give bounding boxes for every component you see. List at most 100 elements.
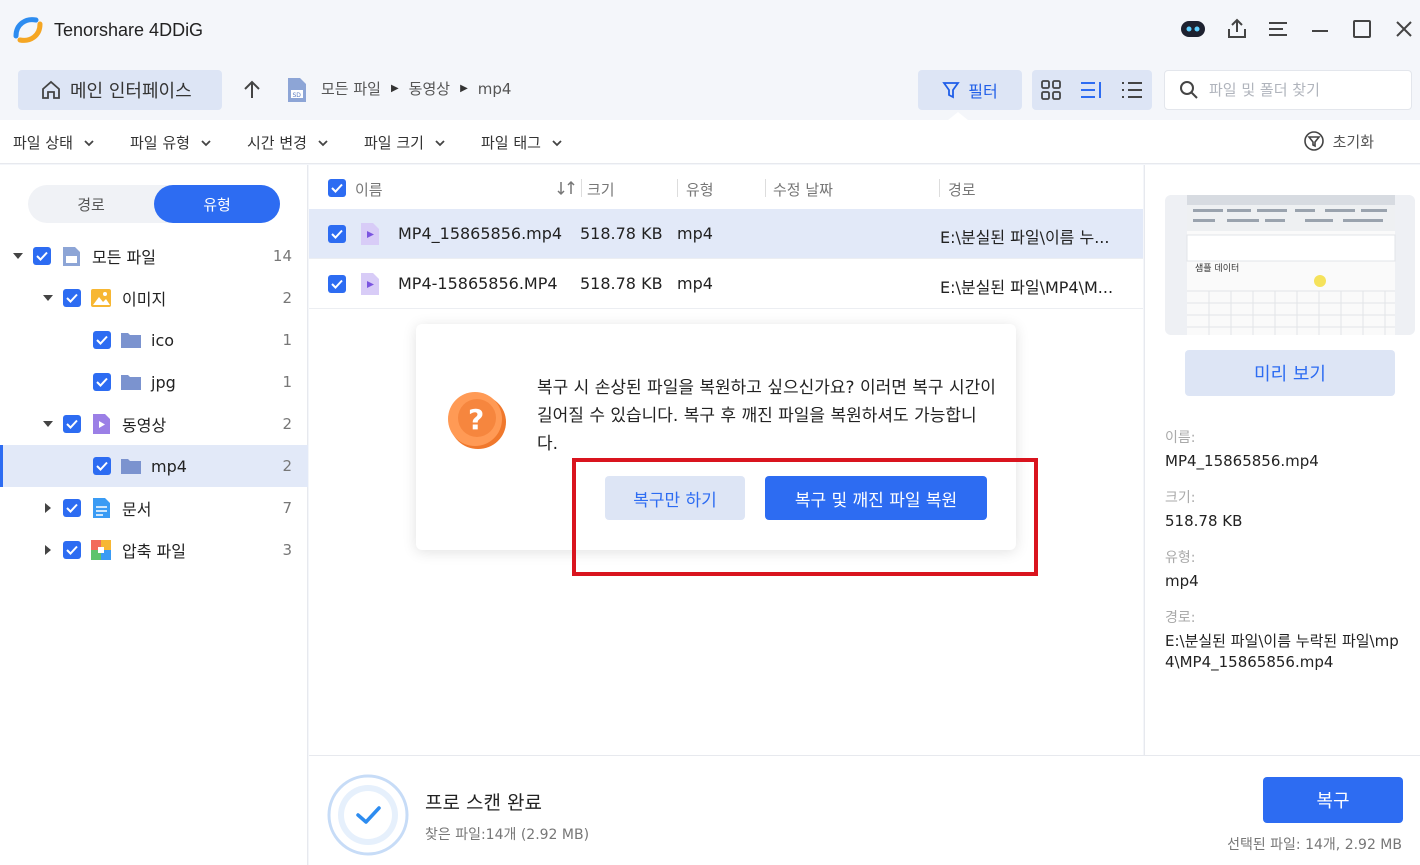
tree-item-documents[interactable]: 문서 7 (0, 487, 308, 529)
tab-path[interactable]: 경로 (28, 185, 154, 223)
tree-item-count: 2 (282, 289, 292, 307)
cell-type: mp4 (677, 274, 713, 293)
share-icon[interactable] (1222, 14, 1252, 44)
tree-item-all-files[interactable]: 모든 파일 14 (0, 235, 308, 277)
column-header-size[interactable]: 크기 (587, 179, 615, 200)
recover-button[interactable]: 복구 (1263, 777, 1403, 823)
caret-down-icon[interactable] (42, 418, 54, 430)
cell-name: MP4_15865856.mp4 (398, 224, 563, 243)
tree-item-label: 동영상 (122, 416, 167, 435)
checkbox[interactable] (33, 247, 51, 265)
minimize-icon[interactable] (1305, 14, 1335, 44)
sort-icon[interactable] (556, 180, 578, 196)
tree-item-label: 문서 (122, 500, 152, 519)
table-header: 이름 크기 유형 수정 날짜 경로 (309, 165, 1143, 209)
preview-button[interactable]: 미리 보기 (1185, 350, 1395, 396)
tree-item-images[interactable]: 이미지 2 (0, 277, 308, 319)
checkbox[interactable] (93, 373, 111, 391)
cell-size: 518.78 KB (580, 224, 663, 243)
video-file-icon (361, 273, 379, 295)
column-header-path[interactable]: 경로 (948, 179, 976, 200)
tab-type[interactable]: 유형 (154, 185, 280, 223)
folder-icon (121, 459, 141, 474)
tree-item-ico[interactable]: ico 1 (0, 319, 308, 361)
checkbox[interactable] (63, 415, 81, 433)
column-header-modified[interactable]: 수정 날짜 (773, 179, 833, 200)
chevron-down-icon (435, 139, 445, 146)
tree-item-count: 7 (282, 499, 292, 517)
svg-text:SD: SD (293, 92, 302, 99)
breadcrumb-item[interactable]: mp4 (478, 80, 512, 98)
reset-button[interactable]: 초기화 (1303, 130, 1374, 152)
checkbox[interactable] (63, 499, 81, 517)
close-icon[interactable] (1389, 14, 1419, 44)
breadcrumb-item[interactable]: 동영상 (409, 78, 450, 99)
scan-status-subtitle: 찾은 파일:14개 (2.92 MB) (425, 827, 590, 843)
preview-thumbnail[interactable]: 샘플 데이터 (1165, 195, 1415, 335)
caret-down-icon[interactable] (42, 292, 54, 304)
tree-item-archives[interactable]: 압축 파일 3 (0, 529, 308, 571)
tree-item-video[interactable]: 동영상 2 (0, 403, 308, 445)
image-icon (91, 289, 111, 307)
caret-right-icon[interactable] (42, 544, 54, 556)
checkbox[interactable] (93, 457, 111, 475)
grid-view-icon[interactable] (1040, 79, 1062, 101)
column-header-name[interactable]: 이름 (355, 179, 383, 200)
checkbox[interactable] (93, 331, 111, 349)
column-divider (765, 179, 766, 197)
checkbox[interactable] (63, 541, 81, 559)
menu-icon[interactable] (1263, 14, 1293, 44)
tree-item-label: 이미지 (122, 290, 167, 309)
meta-name-value: MP4_15865856.mp4 (1165, 452, 1319, 470)
home-icon (42, 80, 60, 99)
highlight-box (572, 458, 1038, 576)
navigation-bar: 메인 인터페이스 SD 모든 파일 ▶ 동영상 ▶ mp4 필터 (0, 62, 1420, 120)
tree-item-count: 1 (282, 331, 292, 349)
row-checkbox[interactable] (328, 275, 346, 293)
filter-pointer (948, 112, 968, 120)
search-input[interactable] (1209, 81, 1399, 99)
filter-label: 파일 크기 (364, 134, 424, 152)
dialog-message: 복구 시 손상된 파일을 복원하고 싶으신가요? 이러면 복구 시간이 길어질 … (537, 378, 996, 454)
cell-size: 518.78 KB (580, 274, 663, 293)
svg-text:?: ? (468, 403, 484, 436)
filter-file-type[interactable]: 파일 유형 (130, 132, 212, 153)
detail-view-icon[interactable] (1079, 79, 1103, 101)
meta-size-label: 크기: (1165, 490, 1196, 506)
tree-item-label: jpg (151, 372, 176, 392)
checkbox[interactable] (63, 289, 81, 307)
caret-down-icon[interactable] (12, 250, 24, 262)
column-divider (677, 179, 678, 197)
tree-item-jpg[interactable]: jpg 1 (0, 361, 308, 403)
title-bar: Tenorshare 4DDiG (0, 0, 1420, 62)
list-view-icon[interactable] (1120, 79, 1144, 101)
filter-file-size[interactable]: 파일 크기 (364, 132, 446, 153)
column-header-type[interactable]: 유형 (686, 179, 714, 200)
filter-file-status[interactable]: 파일 상태 (13, 132, 95, 153)
filter-time-changed[interactable]: 시간 변경 (247, 132, 329, 153)
row-checkbox[interactable] (328, 225, 346, 243)
tree-item-count: 14 (272, 247, 292, 265)
reset-filter-icon (1303, 131, 1324, 151)
maximize-icon[interactable] (1347, 14, 1377, 44)
select-all-checkbox[interactable] (328, 179, 346, 197)
breadcrumb-item[interactable]: 모든 파일 (321, 78, 381, 99)
caret-right-icon[interactable] (42, 502, 54, 514)
table-row[interactable]: MP4-15865856.MP4 518.78 KB mp4 E:\분실된 파일… (309, 259, 1143, 309)
breadcrumb: 모든 파일 ▶ 동영상 ▶ mp4 (321, 78, 511, 99)
search-box (1164, 70, 1412, 110)
column-divider (581, 179, 582, 197)
table-row[interactable]: MP4_15865856.mp4 518.78 KB mp4 E:\분실된 파일… (309, 209, 1143, 259)
home-button[interactable]: 메인 인터페이스 (18, 70, 222, 110)
tree-item-mp4[interactable]: mp4 2 (0, 445, 308, 487)
chevron-down-icon (201, 139, 211, 146)
meta-type-value: mp4 (1165, 572, 1199, 590)
up-arrow-icon[interactable] (240, 78, 264, 102)
filter-button[interactable]: 필터 (918, 70, 1022, 110)
filter-file-tag[interactable]: 파일 태그 (481, 132, 563, 153)
folder-icon (121, 375, 141, 390)
assistant-robot-icon[interactable] (1178, 14, 1208, 44)
question-coin-icon: ? (448, 392, 506, 449)
app-title: Tenorshare 4DDiG (54, 20, 204, 40)
cell-path: E:\분실된 파일\MP4\M... (940, 278, 1114, 297)
